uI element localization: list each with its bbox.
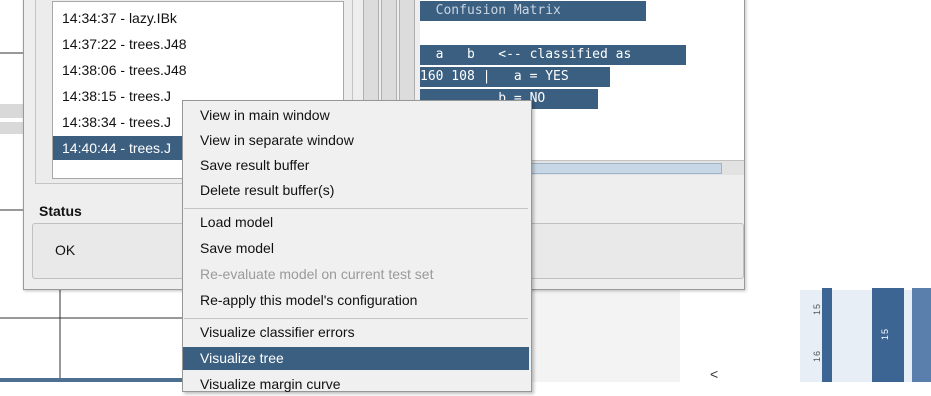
ruler-label: 15	[880, 327, 890, 340]
ruler-label: 16	[812, 349, 822, 362]
result-list-item[interactable]: 14:34:37 - lazy.IBk	[53, 6, 343, 30]
scroll-left-arrow[interactable]: <	[710, 366, 718, 382]
menu-item-save-result-buffer[interactable]: Save result buffer	[183, 154, 529, 177]
result-list-item[interactable]: 14:38:06 - trees.J48	[53, 58, 343, 82]
menu-item-visualize-classifier-errors[interactable]: Visualize classifier errors	[183, 321, 529, 344]
output-line: Confusion Matrix	[420, 1, 646, 21]
menu-separator	[184, 208, 528, 209]
menu-item-re-apply-configuration[interactable]: Re-apply this model's configuration	[183, 289, 529, 312]
menu-item-re-evaluate-model: Re-evaluate model on current test set	[200, 266, 434, 282]
background-selection-bar	[0, 378, 190, 382]
menu-item-delete-result-buffer[interactable]: Delete result buffer(s)	[183, 179, 529, 202]
output-blank-line	[420, 21, 646, 41]
ruler-label: 15	[812, 302, 822, 315]
output-line: 160 108 | a = YES	[420, 67, 610, 87]
menu-item-load-model[interactable]: Load model	[183, 211, 529, 234]
status-label: Status	[39, 203, 82, 219]
result-list-item[interactable]: 14:37:22 - trees.J48	[53, 32, 343, 56]
result-context-menu: View in main window View in separate win…	[182, 100, 532, 392]
document-page-strip	[912, 288, 931, 382]
menu-item-visualize-margin-curve[interactable]: Visualize margin curve	[183, 373, 529, 396]
status-text: OK	[55, 242, 76, 258]
menu-item-visualize-tree[interactable]: Visualize tree	[183, 347, 529, 370]
document-page-strip	[822, 288, 832, 382]
menu-item-save-model[interactable]: Save model	[183, 237, 529, 260]
menu-separator	[184, 318, 528, 319]
menu-item-view-main-window[interactable]: View in main window	[183, 104, 529, 127]
output-line: a b <-- classified as	[420, 45, 686, 65]
menu-item-view-separate-window[interactable]: View in separate window	[183, 129, 529, 152]
